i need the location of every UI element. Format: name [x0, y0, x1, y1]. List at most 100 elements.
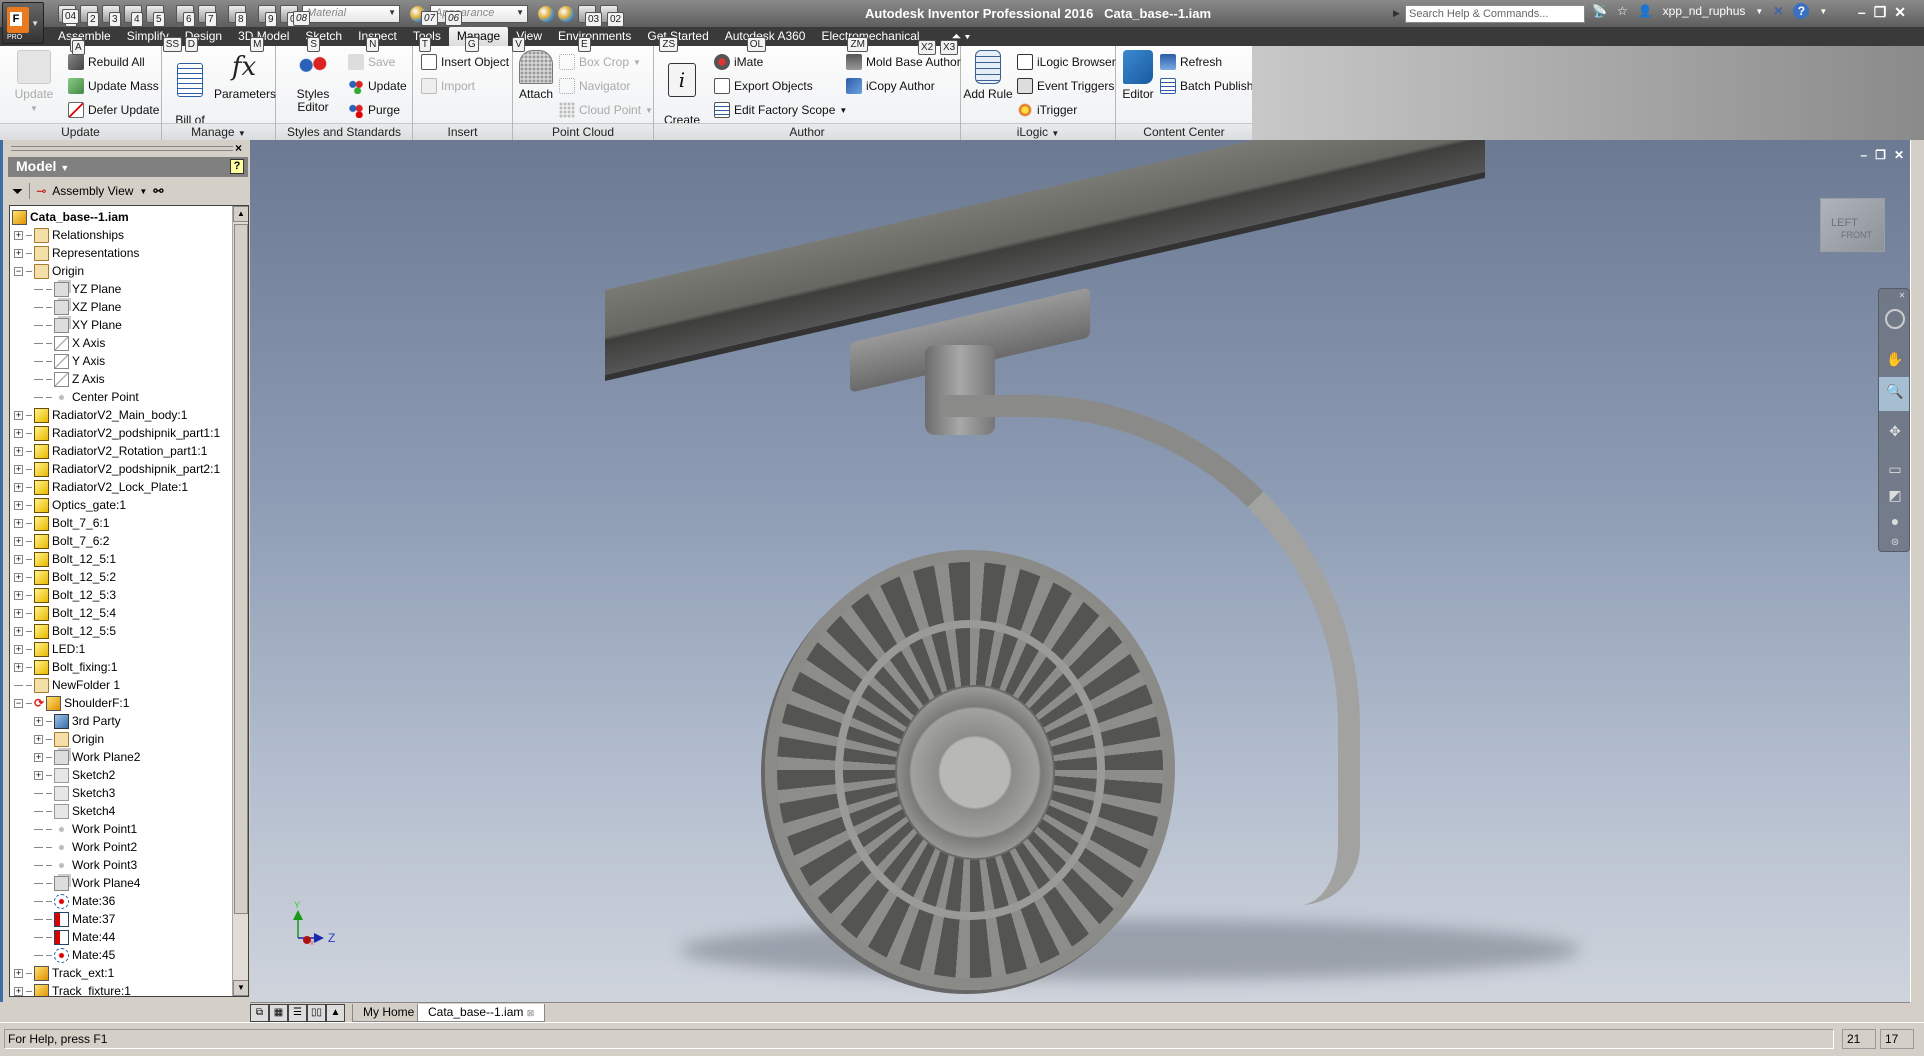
tree-item[interactable]: + Track_fixture:1 — [14, 982, 131, 996]
expand-icon[interactable]: + — [14, 446, 23, 456]
measure-icon[interactable]: 02 — [600, 5, 625, 27]
tab-3d-model[interactable]: 3D Model M — [230, 27, 297, 52]
search-expand-icon[interactable]: ▶ — [1393, 8, 1400, 19]
tree-item[interactable]: + RadiatorV2_Rotation_part1:1 — [14, 442, 207, 460]
tree-item[interactable]: Y Axis — [34, 352, 105, 370]
update-button[interactable]: Update ▼ — [10, 50, 58, 115]
minimize-icon[interactable]: – — [1858, 4, 1866, 21]
tab-list-up-icon[interactable]: ▲ — [326, 1004, 345, 1022]
tab-tools[interactable]: Tools T — [405, 27, 449, 52]
home-icon[interactable]: 6 — [176, 5, 195, 27]
tree-item[interactable]: + Sketch2 — [34, 766, 115, 784]
steering-wheel-icon[interactable] — [1885, 309, 1905, 329]
expand-icon[interactable]: + — [14, 662, 23, 672]
save-icon[interactable]: 3 — [102, 5, 121, 27]
doc-minimize-icon[interactable]: – — [1860, 148, 1867, 162]
filter-icon[interactable]: ⏷ — [12, 183, 23, 200]
tree-item[interactable]: Mate:45 — [34, 946, 115, 964]
select-icon[interactable]: 8 — [228, 5, 247, 27]
update-mass-button[interactable]: Update Mass — [68, 78, 159, 94]
expand-icon[interactable]: + — [34, 734, 43, 744]
browser-help-icon[interactable]: ? — [230, 159, 244, 174]
expand-icon[interactable]: + — [14, 626, 23, 636]
doc-restore-icon[interactable]: ❐ — [1875, 148, 1886, 162]
doc-tab-cata-base[interactable]: Cata_base--1.iam ⊠ — [417, 1004, 546, 1022]
cascade-icon[interactable]: ⧉ — [250, 1004, 269, 1022]
styles-editor-button[interactable]: Styles Editor — [280, 50, 346, 114]
material-combo[interactable]: Material 08 — [293, 5, 400, 26]
undo-icon[interactable]: 4 — [124, 5, 143, 27]
tree-item[interactable]: Mate:36 — [34, 892, 115, 910]
appearance-combo[interactable]: Appearance 07 06 — [421, 5, 528, 26]
orbit-icon[interactable]: ✥ — [1885, 421, 1905, 441]
collapse-icon[interactable]: − — [14, 266, 23, 276]
tab-sketch[interactable]: Sketch S — [297, 27, 350, 52]
return-icon[interactable]: 7 — [198, 5, 217, 27]
cc-refresh-button[interactable]: Refresh — [1160, 54, 1222, 70]
expand-icon[interactable]: + — [14, 572, 23, 582]
user-name[interactable]: xpp_nd_ruphus — [1663, 4, 1746, 18]
scroll-thumb[interactable] — [234, 224, 248, 914]
exchange-icon[interactable]: ✕ — [1773, 4, 1783, 18]
expand-icon[interactable]: + — [14, 554, 23, 564]
box-crop-button[interactable]: Box Crop ▼ — [559, 54, 641, 70]
tab-inspect[interactable]: Inspect N — [350, 27, 405, 52]
tab-design[interactable]: Design D — [177, 27, 230, 52]
tree-item[interactable]: Center Point — [34, 388, 139, 406]
tree-item[interactable]: + RadiatorV2_podshipnik_part1:1 — [14, 424, 220, 442]
tree-item[interactable]: + Optics_gate:1 — [14, 496, 126, 514]
panel-label-ilogic[interactable]: iLogic ▼ — [961, 123, 1115, 140]
tree-item[interactable]: Work Point1 — [34, 820, 137, 838]
tree-item[interactable]: + RadiatorV2_Lock_Plate:1 — [14, 478, 188, 496]
tree-item[interactable]: + RadiatorV2_podshipnik_part2:1 — [14, 460, 220, 478]
tree-item[interactable]: − Origin — [14, 262, 84, 280]
redo-icon[interactable]: 5 — [146, 5, 165, 27]
styles-update-button[interactable]: Update — [348, 78, 407, 94]
adjust-appearance-icon[interactable]: 04 — [62, 6, 574, 24]
look-at-icon[interactable]: ▭ — [1885, 459, 1905, 479]
tree-item[interactable]: Mate:37 — [34, 910, 115, 928]
scroll-up-button[interactable]: ▲ — [233, 206, 248, 222]
tile-horizontal-icon[interactable]: ☰ — [288, 1004, 307, 1022]
export-objects-button[interactable]: Export Objects — [714, 78, 813, 94]
tree-item[interactable]: + LED:1 — [14, 640, 85, 658]
expand-icon[interactable]: + — [14, 482, 23, 492]
user-icon[interactable]: 👤 — [1638, 4, 1653, 18]
tab-environments[interactable]: Environments E — [550, 27, 639, 52]
expand-icon[interactable]: + — [14, 428, 23, 438]
tree-item[interactable]: + Work Plane2 — [34, 748, 140, 766]
mold-base-author-button[interactable]: Mold Base Author — [846, 54, 961, 70]
tab-autodesk-a360[interactable]: Autodesk A360 OL — [717, 27, 814, 52]
icopy-author-button[interactable]: iCopy Author — [846, 78, 935, 94]
tree-item[interactable]: Z Axis — [34, 370, 105, 388]
parameters-button[interactable]: fx Parameters — [214, 50, 276, 101]
edit-factory-scope-button[interactable]: Edit Factory Scope ▼ — [714, 102, 847, 118]
zoom-icon[interactable]: 🔍 — [1885, 381, 1905, 401]
appearance-sphere-icon[interactable]: ● — [1885, 511, 1905, 531]
tree-item[interactable]: + Track_ext:1 — [14, 964, 114, 982]
help-dropdown-icon[interactable]: ▼ — [1819, 7, 1827, 16]
expand-icon[interactable]: + — [14, 410, 23, 420]
tree-item[interactable]: + Bolt_12_5:3 — [14, 586, 116, 604]
panel-label-manage[interactable]: Manage ▼ — [162, 123, 275, 140]
tree-item[interactable]: + Bolt_12_5:5 — [14, 622, 116, 640]
viewcube-front-face[interactable]: FRONT — [1841, 230, 1872, 240]
fx-icon[interactable]: 03 — [578, 5, 603, 27]
browser-close-icon[interactable]: × — [235, 141, 242, 155]
view-face-icon[interactable]: ◩ — [1885, 485, 1905, 505]
tree-item[interactable]: Sketch4 — [34, 802, 115, 820]
pan-hand-icon[interactable]: ✋ — [1885, 349, 1905, 369]
search-input[interactable]: Search Help & Commands... — [1405, 5, 1585, 23]
defer-update-button[interactable]: Defer Update — [68, 102, 159, 118]
tree-item[interactable]: XZ Plane — [34, 298, 121, 316]
tree-item[interactable]: + Relationships — [14, 226, 124, 244]
find-binoculars-icon[interactable]: ⚯ — [153, 184, 163, 198]
tree-item[interactable]: + RadiatorV2_Main_body:1 — [14, 406, 187, 424]
clear-appearance-icon[interactable]: 05 — [62, 6, 554, 24]
styles-purge-button[interactable]: Purge — [348, 102, 400, 118]
event-triggers-button[interactable]: Event Triggers — [1017, 78, 1114, 94]
close-icon[interactable]: ✕ — [1894, 4, 1906, 21]
import-button[interactable]: Import — [421, 78, 475, 94]
tab-get-started[interactable]: Get Started ZS — [639, 27, 716, 52]
tab-view[interactable]: View V — [508, 27, 550, 52]
